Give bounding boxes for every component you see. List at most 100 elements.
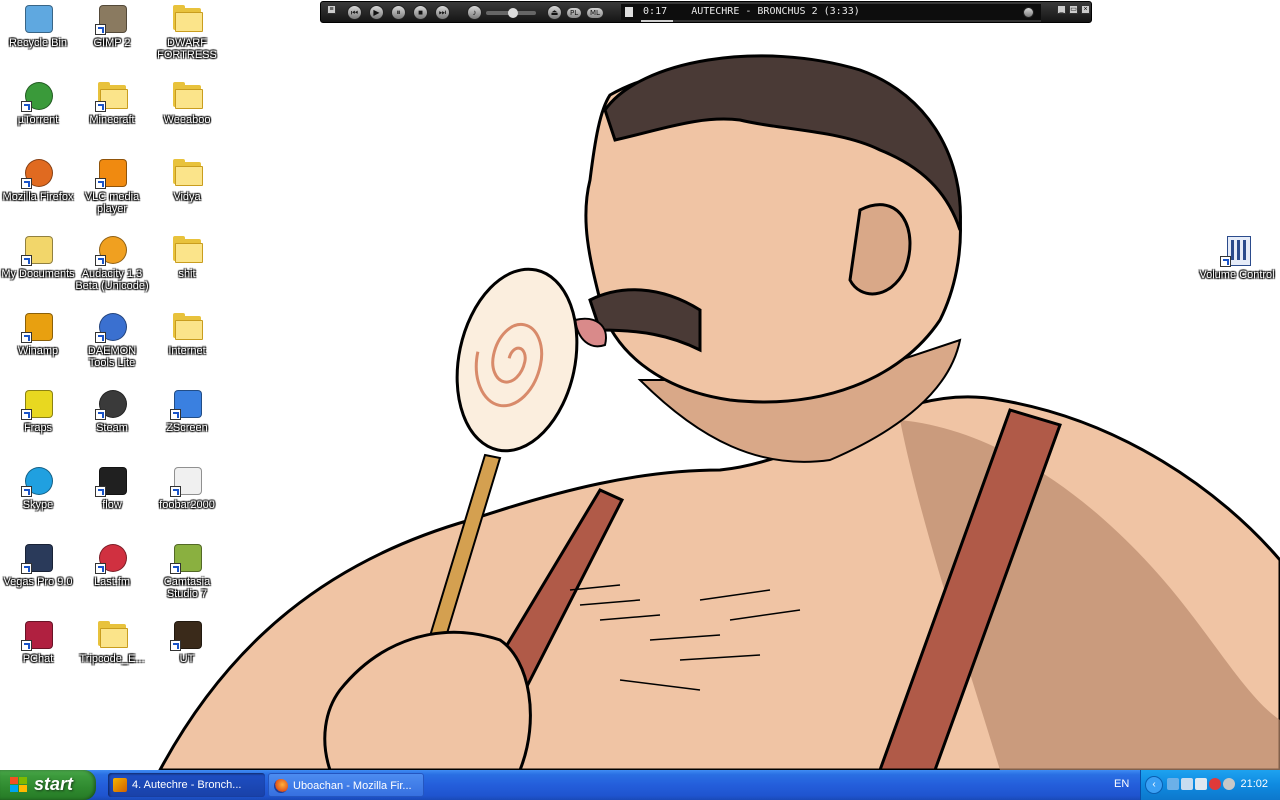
taskbar-item-firefox[interactable]: Uboachan - Mozilla Fir... [268, 773, 424, 797]
gimp-icon [95, 2, 128, 35]
desktop-icon-label: Internet [168, 345, 206, 357]
folder-icon [171, 2, 203, 34]
desktop-icon-winamp[interactable]: Winamp [0, 310, 76, 357]
desktop-icon-folder[interactable]: Minecraft [74, 79, 150, 126]
clock[interactable]: 21:02 [1240, 778, 1268, 790]
stop-button[interactable]: ■ [413, 5, 428, 20]
speaker-icon[interactable] [1195, 778, 1207, 790]
desktop-icon-vlc[interactable]: VLC media player [74, 156, 150, 215]
desktop-icon-folder[interactable]: Internet [149, 310, 225, 357]
desktop-icon-label: Minecraft [89, 114, 135, 126]
zscreen-icon [170, 387, 203, 420]
desktop-icon-skype[interactable]: Skype [0, 464, 76, 511]
desktop-icon-gimp[interactable]: GIMP 2 [74, 2, 150, 49]
previous-track-button[interactable]: ⏮ [347, 5, 362, 20]
desktop-icon-label: GIMP 2 [93, 37, 131, 49]
headset-icon[interactable] [1223, 778, 1235, 790]
desktop-icon-label: Steam [96, 422, 128, 434]
playlist-toggle-button[interactable]: PL [567, 8, 582, 18]
desktop-icon-label: shit [178, 268, 196, 280]
start-label: start [34, 774, 74, 794]
unreal-tournament-icon [170, 618, 203, 651]
desktop-icon-camtasia[interactable]: Camtasia Studio 7 [149, 541, 225, 600]
desktop-icon-label: Weeaboo [163, 114, 211, 126]
next-track-button[interactable]: ⏭ [435, 5, 450, 20]
desktop-icon-label: Mozilla Firefox [2, 191, 74, 203]
pause-button[interactable]: ⏸ [391, 5, 406, 20]
desktop-icon-label: DAEMON Tools Lite [87, 345, 137, 369]
desktop-icon-daemon-tools[interactable]: DAEMON Tools Lite [74, 310, 150, 369]
skype-icon [21, 464, 54, 497]
taskbar-item-label: Uboachan - Mozilla Fir... [293, 780, 412, 792]
recycle-bin-icon [22, 2, 54, 34]
desktop-icon-lastfm[interactable]: Last.fm [74, 541, 150, 588]
desktop-icon-unreal-tournament[interactable]: UT [149, 618, 225, 665]
vegas-pro-icon [21, 541, 54, 574]
desktop-icon-folder[interactable]: DWARF FORTRESS [149, 2, 225, 61]
folder-icon [171, 79, 203, 111]
desktop-icon-folder[interactable]: Tripcode_E... [74, 618, 150, 665]
info-icon [625, 7, 633, 17]
desktop-icon-label: DWARF FORTRESS [157, 37, 217, 61]
winamp-player-bar[interactable]: ≡ ⏮ ▶ ⏸ ■ ⏭ ♪ ⏏ PL ML 0:17 AUTECHRE - BR… [320, 1, 1092, 23]
desktop-icon-firefox[interactable]: Mozilla Firefox [0, 156, 76, 203]
start-button[interactable]: start [0, 770, 96, 800]
network-icon[interactable] [1167, 778, 1179, 790]
desktop-icon-label: VLC media player [84, 191, 140, 215]
desktop-icon-label: Fraps [23, 422, 53, 434]
desktop-icon-label: Tripcode_E... [79, 653, 145, 665]
winamp-menu-button[interactable]: ≡ [327, 5, 336, 14]
desktop-icon-flow[interactable]: flow [74, 464, 150, 511]
seek-bar[interactable] [641, 20, 1041, 22]
minimize-button[interactable]: _ [1057, 5, 1066, 14]
volume-slider[interactable] [486, 8, 536, 18]
volume-control-icon [1220, 234, 1253, 267]
desktop-icon-zscreen[interactable]: ZScreen [149, 387, 225, 434]
desktop-icon-folder[interactable]: shit [149, 233, 225, 280]
camtasia-icon [170, 541, 203, 574]
restore-button[interactable]: ▭ [1069, 5, 1078, 14]
lastfm-icon [95, 541, 128, 574]
track-title: AUTECHRE - BRONCHUS 2 (3:33) [691, 6, 860, 17]
desktop-icon-label: ZScreen [166, 422, 208, 434]
desktop-icon-label: Volume Control [1199, 269, 1275, 281]
desktop-icon-label: Last.fm [93, 576, 131, 588]
taskbar-item-winamp[interactable]: 4. Autechre - Bronch... [108, 773, 265, 797]
close-button[interactable]: × [1081, 5, 1090, 14]
media-library-toggle-button[interactable]: ML [587, 8, 603, 18]
desktop-icon-vegas-pro[interactable]: Vegas Pro 9.0 [0, 541, 76, 588]
show-hidden-icons-button[interactable]: ‹ [1145, 776, 1163, 794]
winamp-options-button[interactable] [1023, 7, 1034, 18]
folder-icon [171, 233, 203, 265]
eject-button[interactable]: ⏏ [547, 5, 562, 20]
daemon-tools-icon [95, 310, 128, 343]
desktop-icon-recycle-bin[interactable]: Recycle Bin [0, 2, 76, 49]
desktop-icon-fraps[interactable]: Fraps [0, 387, 76, 434]
antivirus-icon[interactable] [1209, 778, 1221, 790]
pchat-icon [21, 618, 54, 651]
desktop-icon-volume-control[interactable]: Volume Control [1199, 234, 1275, 281]
desktop-icon-label: Skype [22, 499, 54, 511]
desktop-icon-label: Vegas Pro 9.0 [3, 576, 73, 588]
desktop-icon-label: Audacity 1.3 Beta (Unicode) [75, 268, 149, 292]
folder-icon [96, 618, 128, 650]
seek-bar-progress [641, 20, 673, 22]
desktop-icon-pchat[interactable]: PChat [0, 618, 76, 665]
monitor-icon[interactable] [1181, 778, 1193, 790]
taskbar-item-label: 4. Autechre - Bronch... [132, 779, 242, 791]
desktop-icon-steam[interactable]: Steam [74, 387, 150, 434]
volume-icon: ♪ [467, 5, 482, 20]
desktop-icon-folder[interactable]: Weeaboo [149, 79, 225, 126]
flow-icon [95, 464, 128, 497]
desktop-icon-foobar2000[interactable]: foobar2000 [149, 464, 225, 511]
winamp-icon [113, 778, 127, 792]
play-button[interactable]: ▶ [369, 5, 384, 20]
desktop-icon-audacity[interactable]: Audacity 1.3 Beta (Unicode) [74, 233, 150, 292]
desktop-icon-my-documents[interactable]: My Documents [0, 233, 76, 280]
language-indicator[interactable]: EN [1114, 778, 1129, 790]
desktop-icon-folder[interactable]: Vidya [149, 156, 225, 203]
desktop-icon-label: foobar2000 [159, 499, 215, 511]
volume-slider-knob[interactable] [508, 8, 518, 18]
steam-icon [95, 387, 128, 420]
desktop-icon-utorrent[interactable]: µTorrent [0, 79, 76, 126]
